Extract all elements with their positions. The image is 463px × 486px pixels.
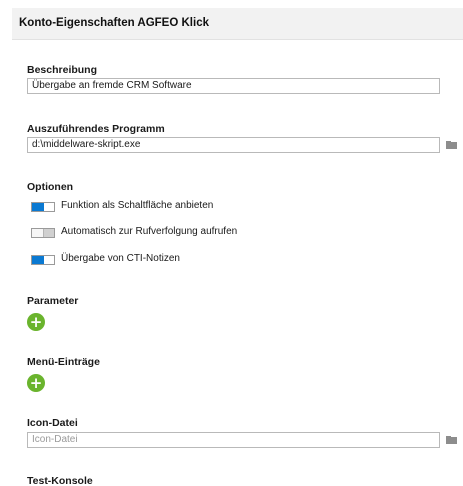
- icon-file-browse-folder-icon[interactable]: [446, 436, 457, 444]
- description-label: Beschreibung: [27, 64, 98, 76]
- account-properties-panel: Konto-Eigenschaften AGFEO Klick Beschrei…: [0, 0, 463, 486]
- toggle-knob: [32, 203, 44, 211]
- toggle-switch-on[interactable]: [31, 255, 55, 265]
- toggle-switch-off[interactable]: [31, 228, 55, 238]
- option-auto-call-tracking-label: Automatisch zur Rufverfolgung aufrufen: [61, 226, 238, 237]
- description-field[interactable]: Übergabe an fremde CRM Software: [27, 78, 440, 94]
- folder-icon-body: [446, 142, 457, 149]
- icon-file-field[interactable]: Icon-Datei: [27, 432, 440, 448]
- folder-icon-body: [446, 437, 457, 444]
- toggle-track: [44, 229, 54, 237]
- program-label: Auszuführendes Programm: [27, 123, 165, 135]
- parameter-label: Parameter: [27, 295, 79, 307]
- option-cti-notes-label: Übergabe von CTI-Notizen: [61, 253, 180, 264]
- add-menu-entry-button[interactable]: +: [27, 374, 45, 392]
- menu-entries-label: Menü-Einträge: [27, 356, 100, 368]
- panel-header: Konto-Eigenschaften AGFEO Klick: [12, 8, 463, 40]
- toggle-knob: [32, 256, 44, 264]
- program-path-field[interactable]: d:\middelware-skript.exe: [27, 137, 440, 153]
- toggle-knob: [32, 229, 44, 237]
- test-console-label: Test-Konsole: [27, 475, 93, 486]
- icon-file-label: Icon-Datei: [27, 417, 78, 429]
- toggle-switch-on[interactable]: [31, 202, 55, 212]
- option-button-offer-label: Funktion als Schaltfläche anbieten: [61, 200, 214, 211]
- options-label: Optionen: [27, 181, 74, 193]
- add-parameter-button[interactable]: +: [27, 313, 45, 331]
- panel-title: Konto-Eigenschaften AGFEO Klick: [19, 17, 209, 29]
- program-browse-folder-icon[interactable]: [446, 141, 457, 149]
